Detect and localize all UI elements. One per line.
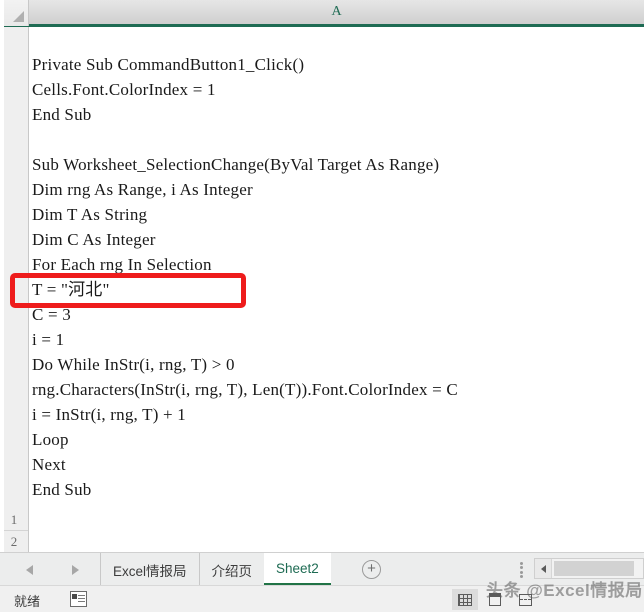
code-line: Loop [32,430,69,449]
page-layout-icon [489,593,501,606]
code-line-highlighted: T = "河北" [32,280,110,299]
code-line: End Sub [32,480,92,499]
chevron-left-icon[interactable] [25,564,33,575]
grid-icon [458,593,472,606]
sheet-tab-label: Sheet2 [276,560,319,576]
row-header-blank-area [0,27,28,508]
page-layout-view-button[interactable] [482,589,508,610]
normal-view-button[interactable] [452,589,478,610]
code-line: Sub Worksheet_SelectionChange(ByVal Targ… [32,155,440,174]
code-line: C = 3 [32,305,71,324]
code-line: i = InStr(i, rng, T) + 1 [32,405,186,424]
excel-worksheet-window: A 1 2 3 Private Sub CommandButton1_Click… [0,0,644,612]
row-header-1[interactable]: 1 [0,508,28,531]
column-header-band: A [0,0,644,27]
code-line: i = 1 [32,330,65,349]
scroll-left-arrow-icon[interactable] [535,559,552,578]
code-line: Dim C As Integer [32,230,156,249]
status-bar: 就绪 [0,585,644,612]
code-line: rng.Characters(InStr(i, rng, T), Len(T))… [32,380,458,399]
row-header-2[interactable]: 2 [0,531,28,553]
window-left-edge [0,0,4,585]
horizontal-scrollbar[interactable] [534,558,644,579]
row-header-gutter: 1 2 3 [0,27,29,575]
code-line: Next [32,455,66,474]
code-line: Do While InStr(i, rng, T) > 0 [32,355,235,374]
horizontal-scrollbar-thumb[interactable] [554,561,634,576]
column-header-a[interactable]: A [29,0,644,24]
code-line: Cells.Font.ColorIndex = 1 [32,80,216,99]
sheet-tab-navigation[interactable] [6,557,98,582]
code-line: Dim rng As Range, i As Integer [32,180,253,199]
tab-bar-separator-dots [520,562,524,578]
vba-code-block: Private Sub CommandButton1_Click() Cells… [32,52,644,502]
code-line: Private Sub CommandButton1_Click() [32,55,305,74]
select-all-triangle-icon[interactable] [0,0,29,26]
sheet-tab-label: 介绍页 [211,563,253,579]
plus-circle-icon[interactable]: + [362,560,381,579]
code-line: Dim T As String [32,205,148,224]
page-break-icon [518,593,532,606]
sheet-tab-excel-qingbaoju[interactable]: Excel情报局 [100,553,199,586]
sheet-tab-jieshaoye[interactable]: 介绍页 [198,553,265,586]
macro-recorder-icon[interactable] [70,591,87,607]
code-line: For Each rng In Selection [32,255,212,274]
worksheet-cell-area[interactable]: Private Sub CommandButton1_Click() Cells… [30,30,644,550]
sheet-tab-sheet2[interactable]: Sheet2 [264,553,331,586]
chevron-right-icon[interactable] [71,564,79,575]
sheet-tab-label: Excel情报局 [113,563,187,579]
status-state-text: 就绪 [14,594,41,609]
sheet-tabs: Excel情报局 介绍页 Sheet2 [100,553,331,586]
view-mode-buttons [452,589,538,610]
code-line: End Sub [32,105,92,124]
page-break-view-button[interactable] [512,589,538,610]
